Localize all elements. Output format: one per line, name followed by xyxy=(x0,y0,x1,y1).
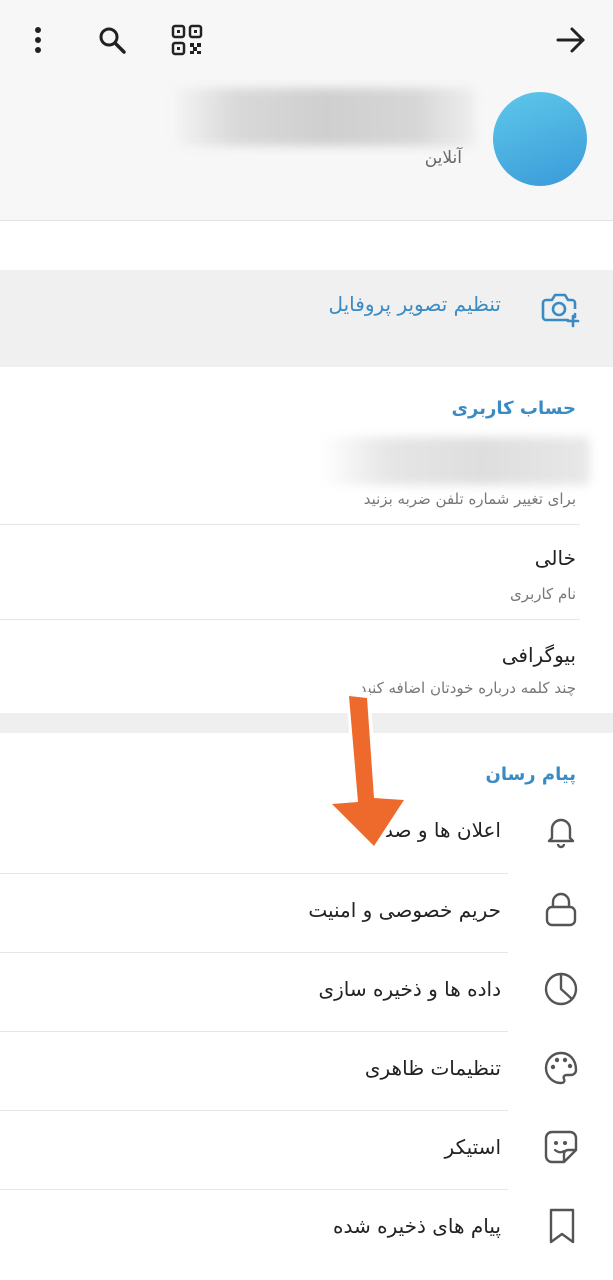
profile-name-redacted xyxy=(175,88,475,146)
qr-code-icon xyxy=(171,24,203,56)
menu-item-label: پیام های ذخیره شده xyxy=(333,1214,501,1238)
sticker-icon xyxy=(542,1128,580,1170)
pie-chart-icon xyxy=(542,970,580,1012)
account-section-title: حساب کاربری xyxy=(451,398,576,419)
username-value: خالی xyxy=(534,546,576,570)
more-options-button[interactable] xyxy=(22,22,54,58)
menu-item-label: تنظیمات ظاهری xyxy=(364,1056,501,1080)
camera-add-icon xyxy=(540,290,582,328)
menu-item-appearance[interactable] xyxy=(0,1032,613,1110)
bookmark-icon xyxy=(545,1206,579,1250)
search-button[interactable] xyxy=(94,22,130,58)
phone-hint: برای تغییر شماره تلفن ضربه بزنید xyxy=(363,490,576,508)
menu-item-label: حریم خصوصی و امنیت xyxy=(308,898,501,922)
bio-title: بیوگرافی xyxy=(501,643,576,667)
menu-item-data-storage[interactable] xyxy=(0,953,613,1031)
menu-item-label: استیکر xyxy=(444,1135,501,1159)
back-button[interactable] xyxy=(552,22,590,58)
arrow-right-icon xyxy=(556,27,585,53)
menu-item-saved-messages[interactable] xyxy=(0,1190,613,1268)
set-profile-photo-row[interactable] xyxy=(0,270,613,367)
username-row[interactable] xyxy=(0,525,613,618)
menu-item-privacy[interactable] xyxy=(0,874,613,952)
qr-code-button[interactable] xyxy=(169,22,205,58)
bell-icon xyxy=(543,813,579,853)
spacer xyxy=(0,221,613,270)
online-status: آنلاین xyxy=(424,148,462,168)
menu-item-stickers[interactable] xyxy=(0,1111,613,1189)
more-vertical-icon xyxy=(35,27,41,53)
username-label: نام کاربری xyxy=(510,585,576,603)
set-profile-photo-label: تنظیم تصویر پروفایل xyxy=(328,292,501,316)
annotation-arrow xyxy=(300,686,430,862)
palette-icon xyxy=(542,1049,580,1091)
menu-item-label: داده ها و ذخیره سازی xyxy=(318,977,501,1001)
lock-icon xyxy=(542,890,580,934)
messenger-section-title: پیام رسان xyxy=(485,764,576,785)
avatar[interactable] xyxy=(493,92,587,186)
search-icon xyxy=(99,27,126,54)
phone-number-redacted xyxy=(320,437,590,485)
